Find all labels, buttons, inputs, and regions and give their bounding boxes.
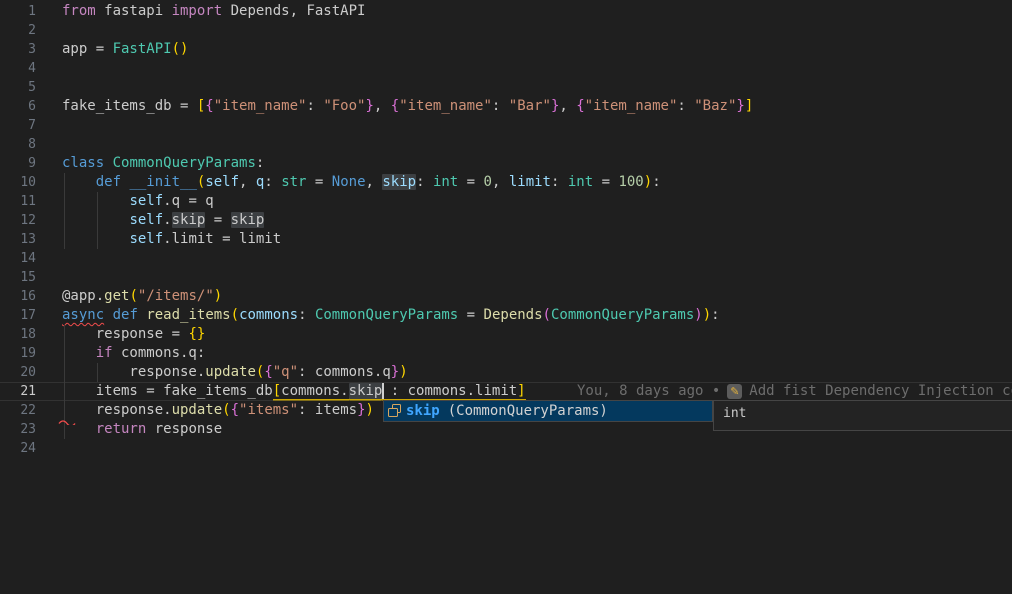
code-text: app = FastAPI(): [62, 40, 1012, 59]
code-line[interactable]: 24: [0, 439, 1012, 458]
code-line[interactable]: 10 def __init__(self, q: str = None, ski…: [0, 173, 1012, 192]
code-text: [62, 268, 1012, 287]
indent-guide: [97, 363, 98, 382]
line-number: 3: [0, 40, 36, 59]
line-number: 15: [0, 268, 36, 287]
indent-guide: [64, 211, 65, 230]
code-text: [62, 135, 1012, 154]
line-number: 24: [0, 439, 36, 458]
code-line[interactable]: 16 @app.get("/items/"): [0, 287, 1012, 306]
indent-guide: [64, 363, 65, 382]
code-line[interactable]: 14: [0, 249, 1012, 268]
code-line[interactable]: 5: [0, 78, 1012, 97]
code-text: self.q = q: [62, 192, 1012, 211]
blame-author: You, 8 days ago •: [577, 382, 720, 401]
line-number: 16: [0, 287, 36, 306]
code-text: self.limit = limit: [62, 230, 1012, 249]
indent-guide: [64, 173, 65, 192]
code-line[interactable]: 9 class CommonQueryParams:: [0, 154, 1012, 173]
line-number: 20: [0, 363, 36, 382]
suggest-item-detail: (CommonQueryParams): [448, 403, 608, 419]
line-number: 18: [0, 325, 36, 344]
line-number: 13: [0, 230, 36, 249]
line-number: 11: [0, 192, 36, 211]
code-line[interactable]: 11 self.q = q: [0, 192, 1012, 211]
code-text: fake_items_db = [{"item_name": "Foo"}, {…: [62, 97, 1012, 116]
code-text: [62, 59, 1012, 78]
blame-message: Add fist Dependency Injection co: [749, 382, 1012, 401]
code-text: [62, 439, 1012, 458]
code-line[interactable]: 12 self.skip = skip: [0, 211, 1012, 230]
code-text: class CommonQueryParams:: [62, 154, 1012, 173]
line-number: 5: [0, 78, 36, 97]
code-line[interactable]: 2: [0, 21, 1012, 40]
code-line[interactable]: 8: [0, 135, 1012, 154]
code-text: if commons.q:: [62, 344, 1012, 363]
code-text: items = fake_items_db[commons.skip : com…: [62, 382, 1012, 401]
code-text: [62, 21, 1012, 40]
code-line[interactable]: 17 async def read_items(commons: CommonQu…: [0, 306, 1012, 325]
error-squiggle-mark: [58, 410, 78, 429]
code-line[interactable]: 3 app = FastAPI(): [0, 40, 1012, 59]
line-number: 17: [0, 306, 36, 325]
suggest-item-skip[interactable]: skip (CommonQueryParams): [384, 401, 712, 421]
code-text: @app.get("/items/"): [62, 287, 1012, 306]
line-number: 8: [0, 135, 36, 154]
code-line[interactable]: 1 from fastapi import Depends, FastAPI: [0, 2, 1012, 21]
suggest-item-label: skip: [406, 403, 440, 419]
code-text: self.skip = skip: [62, 211, 1012, 230]
code-line[interactable]: 13 self.limit = limit: [0, 230, 1012, 249]
code-text: response = {}: [62, 325, 1012, 344]
code-line[interactable]: 18 response = {}: [0, 325, 1012, 344]
line-number: 19: [0, 344, 36, 363]
line-number: 12: [0, 211, 36, 230]
line-number: 6: [0, 97, 36, 116]
text-cursor: [382, 383, 384, 399]
indent-guide: [64, 344, 65, 363]
code-text: [62, 116, 1012, 135]
indent-guide: [97, 211, 98, 230]
code-line[interactable]: 15: [0, 268, 1012, 287]
code-text: response.update({"q": commons.q}): [62, 363, 1012, 382]
code-text: def __init__(self, q: str = None, skip: …: [62, 173, 1012, 192]
code-editor[interactable]: 1 from fastapi import Depends, FastAPI 23 a…: [0, 0, 1012, 458]
code-line[interactable]: 6 fake_items_db = [{"item_name": "Foo"}, …: [0, 97, 1012, 116]
line-number: 21: [0, 382, 36, 401]
code-line[interactable]: 19 if commons.q:: [0, 344, 1012, 363]
line-number: 10: [0, 173, 36, 192]
indent-guide: [64, 192, 65, 211]
suggest-docs-panel: int: [713, 400, 1012, 431]
code-line[interactable]: 4: [0, 59, 1012, 78]
indent-guide: [97, 192, 98, 211]
indent-guide: [97, 230, 98, 249]
line-number: 14: [0, 249, 36, 268]
code-line[interactable]: 7: [0, 116, 1012, 135]
code-text: [62, 78, 1012, 97]
pencil-icon: ✎: [727, 384, 742, 399]
code-text: from fastapi import Depends, FastAPI: [62, 2, 1012, 21]
code-text: async def read_items(commons: CommonQuer…: [62, 306, 1012, 325]
indent-guide: [64, 325, 65, 344]
line-number: 22: [0, 401, 36, 420]
suggest-widget: skip (CommonQueryParams): [383, 400, 713, 422]
code-editor-window: 1 from fastapi import Depends, FastAPI 23 a…: [0, 0, 1012, 594]
line-number: 2: [0, 21, 36, 40]
field-icon: [387, 403, 403, 419]
line-number: 4: [0, 59, 36, 78]
code-line[interactable]: 21 items = fake_items_db[commons.skip : …: [0, 382, 1012, 401]
indent-guide: [64, 382, 65, 401]
git-blame-annotation[interactable]: You, 8 days ago • ✎ Add fist Dependency In…: [577, 382, 1012, 401]
line-number: 7: [0, 116, 36, 135]
suggest-docs-text: int: [723, 406, 746, 421]
line-number: 1: [0, 2, 36, 21]
line-number: 23: [0, 420, 36, 439]
line-number: 9: [0, 154, 36, 173]
indent-guide: [64, 230, 65, 249]
code-text: [62, 249, 1012, 268]
code-line[interactable]: 20 response.update({"q": commons.q}): [0, 363, 1012, 382]
